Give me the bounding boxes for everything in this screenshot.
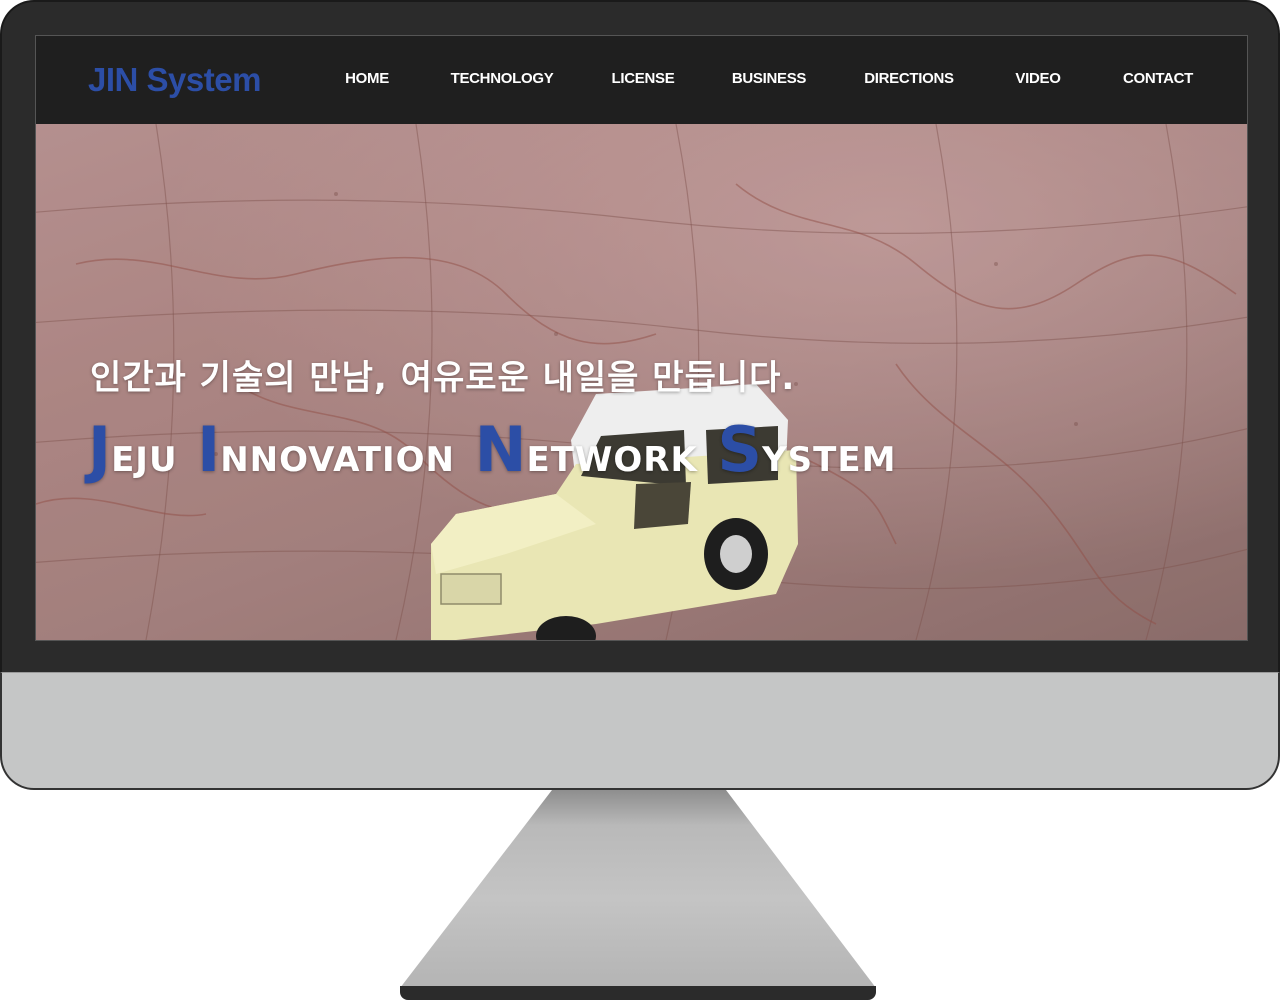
title-initial-n: N	[474, 413, 527, 486]
title-initial-j: J	[88, 413, 112, 486]
monitor-stand-base	[400, 986, 876, 1000]
monitor-stand	[400, 790, 876, 988]
nav-home[interactable]: HOME	[345, 70, 389, 87]
nav-technology[interactable]: TECHNOLOGY	[451, 70, 554, 87]
title-word-nnovation: NNOVATION	[220, 440, 455, 480]
title-word-ystem: YSTEM	[762, 440, 897, 480]
nav-license[interactable]: LICENSE	[612, 70, 675, 87]
main-nav: HOME TECHNOLOGY LICENSE BUSINESS DIRECTI…	[36, 36, 1247, 124]
title-initial-i: I	[197, 413, 221, 486]
hero-banner: 인간과 기술의 만남, 여유로운 내일을 만듭니다. JEJU INNOVATI…	[36, 124, 1247, 640]
title-initial-s: S	[717, 413, 763, 486]
hero-tagline: 인간과 기술의 만남, 여유로운 내일을 만듭니다.	[90, 358, 796, 398]
site-header: JIN System HOME TECHNOLOGY LICENSE BUSIN…	[36, 36, 1247, 124]
nav-contact[interactable]: CONTACT	[1123, 70, 1193, 87]
hero-title: JEJU INNOVATION NETWORK SYSTEM	[88, 419, 910, 481]
monitor-screen: JIN System HOME TECHNOLOGY LICENSE BUSIN…	[35, 35, 1248, 641]
title-word-eju: EJU	[111, 440, 178, 480]
title-word-etwork: ETWORK	[526, 440, 698, 480]
nav-business[interactable]: BUSINESS	[732, 70, 807, 87]
nav-video[interactable]: VIDEO	[1015, 70, 1060, 87]
monitor-chin	[0, 672, 1280, 790]
nav-directions[interactable]: DIRECTIONS	[864, 70, 954, 87]
